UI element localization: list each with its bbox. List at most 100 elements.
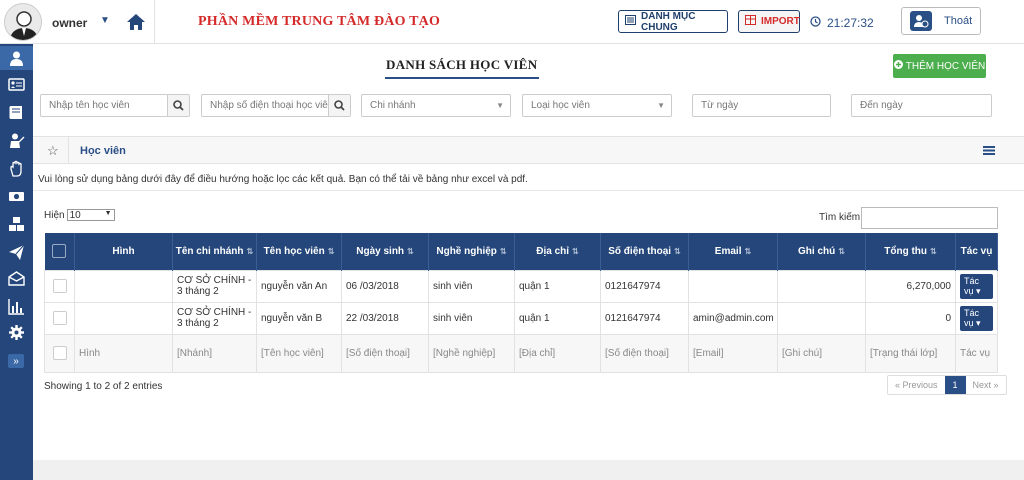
search-icon[interactable] bbox=[328, 95, 350, 116]
sidebar: » bbox=[0, 44, 33, 480]
filter-phone[interactable]: [Số điện thoại] bbox=[341, 333, 429, 373]
student-phone-input[interactable]: Nhập số điện thoại học viên bbox=[201, 94, 351, 117]
task-dropdown-button[interactable]: Tác vụ ▾ bbox=[960, 305, 993, 331]
col-header-name[interactable]: Tên học viên ⇅ bbox=[256, 233, 342, 270]
col-label: Địa chỉ bbox=[536, 245, 570, 257]
hand-icon[interactable] bbox=[0, 156, 33, 180]
table-row[interactable]: CƠ SỞ CHÍNH - 3 tháng 2 nguyễn văn An 06… bbox=[44, 269, 998, 303]
from-date-placeholder: Từ ngày bbox=[701, 100, 739, 111]
divider bbox=[68, 137, 69, 163]
select-all-checkbox[interactable] bbox=[52, 244, 67, 259]
bar-chart-icon[interactable] bbox=[0, 294, 33, 318]
sort-icon[interactable]: ⇅ bbox=[930, 247, 937, 256]
sort-icon[interactable]: ⇅ bbox=[744, 247, 751, 256]
sort-icon[interactable]: ⇅ bbox=[674, 247, 681, 256]
footer-checkbox[interactable] bbox=[52, 346, 67, 360]
envelope-icon[interactable] bbox=[0, 266, 33, 290]
cell-phone: 0121647974 bbox=[600, 269, 689, 303]
filter-phone-2[interactable]: [Số điện thoại] bbox=[600, 333, 689, 373]
filter-name[interactable]: [Tên học viên] bbox=[256, 333, 342, 373]
cell-branch: CƠ SỞ CHÍNH - 3 tháng 2 bbox=[172, 269, 257, 303]
sort-icon[interactable]: ⇅ bbox=[247, 247, 254, 256]
table-search-input[interactable] bbox=[861, 207, 998, 229]
row-checkbox[interactable] bbox=[52, 311, 67, 325]
table-row[interactable]: CƠ SỞ CHÍNH - 3 tháng 2 nguyễn văn B 22 … bbox=[44, 301, 998, 335]
branch-select[interactable]: Chi nhánh ▼ bbox=[361, 94, 511, 117]
sort-icon[interactable]: ⇅ bbox=[838, 247, 845, 256]
home-icon[interactable] bbox=[125, 11, 147, 33]
sort-icon[interactable]: ⇅ bbox=[328, 247, 335, 256]
entries-info: Showing 1 to 2 of 2 entries bbox=[44, 381, 163, 392]
app-title: PHẦN MỀM TRUNG TÂM ĐÀO TẠO bbox=[198, 14, 441, 29]
col-label: Hình bbox=[112, 245, 135, 257]
col-label: Nghề nghiệp bbox=[436, 245, 497, 257]
student-name-input[interactable]: Nhập tên học viên bbox=[40, 94, 190, 117]
sort-icon[interactable]: ⇅ bbox=[572, 247, 579, 256]
table-header-row: Hình Tên chi nhánh ⇅ Tên học viên ⇅ Ngày s… bbox=[44, 233, 998, 270]
student-type-select[interactable]: Loại học viên ▼ bbox=[522, 94, 672, 117]
students-icon[interactable] bbox=[0, 46, 33, 70]
filter-email[interactable]: [Email] bbox=[688, 333, 778, 373]
col-header-branch[interactable]: Tên chi nhánh ⇅ bbox=[172, 233, 257, 270]
row-select-cell[interactable] bbox=[44, 269, 75, 303]
prev-page-button[interactable]: « Previous bbox=[888, 376, 945, 394]
sort-icon[interactable]: ⇅ bbox=[500, 247, 507, 256]
row-checkbox[interactable] bbox=[52, 279, 67, 293]
cell-total: 0 bbox=[865, 301, 956, 335]
col-header-note[interactable]: Ghi chú ⇅ bbox=[777, 233, 866, 270]
col-header-hinh: Hình bbox=[74, 233, 173, 270]
caret-down-icon: ▼ bbox=[104, 210, 112, 217]
search-icon[interactable] bbox=[167, 95, 189, 116]
filter-class-status[interactable]: [Trạng thái lớp] bbox=[865, 333, 956, 373]
clock: 21:27:32 bbox=[810, 16, 874, 30]
filter-address[interactable]: [Địa chỉ] bbox=[514, 333, 601, 373]
filter-branch[interactable]: [Nhánh] bbox=[172, 333, 257, 373]
star-icon[interactable]: ☆ bbox=[47, 143, 59, 159]
instruction-note: Vui lòng sử dụng bảng dưới đây để điều h… bbox=[38, 174, 528, 185]
col-header-address[interactable]: Địa chỉ ⇅ bbox=[514, 233, 601, 270]
danh-muc-chung-button[interactable]: DANH MỤC CHUNG bbox=[618, 10, 728, 33]
col-header-job[interactable]: Nghề nghiệp ⇅ bbox=[428, 233, 515, 270]
settings-icon[interactable] bbox=[0, 320, 33, 344]
row-select-cell[interactable] bbox=[44, 301, 75, 335]
teacher-icon[interactable] bbox=[0, 128, 33, 152]
col-header-action: Tác vụ bbox=[955, 233, 998, 270]
logout-button[interactable]: Thoát bbox=[901, 7, 981, 35]
filter-job[interactable]: [Nghề nghiệp] bbox=[428, 333, 515, 373]
next-page-button[interactable]: Next » bbox=[966, 376, 1006, 394]
chevron-down-icon[interactable]: ▼ bbox=[100, 15, 110, 26]
users-icon bbox=[910, 11, 932, 31]
cubes-icon[interactable] bbox=[0, 212, 33, 236]
show-entries: Hiện 10 ▼ bbox=[44, 209, 115, 221]
select-all-cell[interactable] bbox=[44, 233, 75, 270]
cell-note bbox=[777, 301, 866, 335]
panel-title: Học viên bbox=[80, 145, 126, 157]
import-button[interactable]: IMPORT bbox=[738, 10, 800, 33]
col-header-dob[interactable]: Ngày sinh ⇅ bbox=[341, 233, 429, 270]
col-label: Tác vụ bbox=[960, 245, 993, 257]
send-icon[interactable] bbox=[0, 240, 33, 264]
money-icon[interactable] bbox=[0, 184, 33, 208]
col-label: Tổng thu bbox=[884, 245, 928, 257]
footer-select-cell[interactable] bbox=[44, 333, 75, 373]
page-size-select[interactable]: 10 ▼ bbox=[66, 209, 115, 221]
expand-sidebar-button[interactable]: » bbox=[8, 354, 24, 368]
username[interactable]: owner bbox=[52, 16, 87, 30]
to-date-input[interactable]: Đến ngày bbox=[851, 94, 992, 117]
col-header-phone[interactable]: Số điện thoại ⇅ bbox=[600, 233, 689, 270]
add-student-button[interactable]: THÊM HỌC VIÊN bbox=[893, 54, 986, 78]
page-1-button[interactable]: 1 bbox=[944, 376, 966, 394]
col-label: Tên chi nhánh bbox=[175, 245, 244, 257]
col-header-email[interactable]: Email ⇅ bbox=[688, 233, 778, 270]
task-dropdown-button[interactable]: Tác vụ ▾ bbox=[960, 273, 993, 299]
menu-icon[interactable] bbox=[983, 146, 995, 155]
sort-icon[interactable]: ⇅ bbox=[407, 247, 414, 256]
book-icon[interactable] bbox=[0, 100, 33, 124]
id-card-icon[interactable] bbox=[0, 72, 33, 96]
from-date-input[interactable]: Từ ngày bbox=[692, 94, 831, 117]
filter-image: Hình bbox=[74, 333, 173, 373]
filter-note[interactable]: [Ghi chú] bbox=[777, 333, 866, 373]
col-header-total[interactable]: Tổng thu ⇅ bbox=[865, 233, 956, 270]
cell-email: amin@admin.com bbox=[688, 301, 778, 335]
avatar[interactable] bbox=[4, 3, 42, 41]
